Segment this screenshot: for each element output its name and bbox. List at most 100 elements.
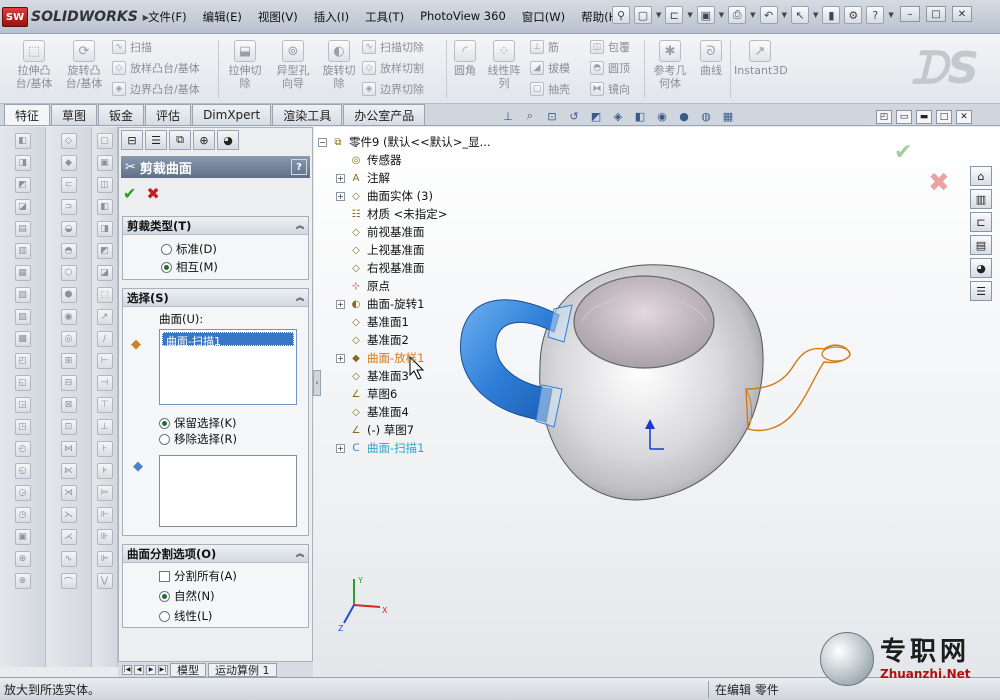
panel-collapse-handle[interactable]: ‹ xyxy=(313,370,321,396)
menu-window[interactable]: 窗口(W) xyxy=(514,8,573,26)
next-tab-icon[interactable]: ▶ xyxy=(146,664,156,675)
collapse-chevron-icon[interactable]: ︽ xyxy=(296,292,304,303)
rib-button[interactable]: ⊥ 筋 xyxy=(530,38,559,56)
feature-icon[interactable]: ◇ xyxy=(60,133,77,149)
feature-icon[interactable]: ◴ xyxy=(14,441,31,457)
remove-selection-option[interactable]: 移除选择(R) xyxy=(159,431,237,447)
feature-icon[interactable]: ◧ xyxy=(14,133,31,149)
view-settings-icon[interactable]: ▦ xyxy=(720,108,736,124)
feature-icon[interactable]: ⊃ xyxy=(60,199,77,215)
confirm-corner-ok-icon[interactable]: ✔ xyxy=(894,140,912,165)
feature-icon[interactable]: ▩ xyxy=(14,331,31,347)
zoom-to-fit-icon[interactable]: ⌕ xyxy=(522,108,538,124)
feature-icon[interactable]: ⊡ xyxy=(60,419,77,435)
menu-tools[interactable]: 工具(T) xyxy=(357,8,412,26)
maximize-icon[interactable]: □ xyxy=(936,110,952,124)
feature-icon[interactable]: ⋌ xyxy=(60,529,77,545)
feature-icon[interactable]: ⌒ xyxy=(60,573,77,589)
view-icon[interactable]: ⊨ xyxy=(96,485,113,501)
tab-model[interactable]: 模型 xyxy=(170,662,206,677)
tree-item[interactable]: ◇ 基准面1 xyxy=(336,314,409,330)
feature-icon[interactable]: ◵ xyxy=(14,463,31,479)
feature-icon[interactable]: ◉ xyxy=(60,309,77,325)
tree-expand-icon[interactable]: − xyxy=(318,137,327,147)
feature-icon[interactable]: ⬡ xyxy=(60,265,77,281)
split-all-checkbox[interactable]: 分割所有(A) xyxy=(159,568,237,584)
view-icon[interactable]: ⊣ xyxy=(96,375,113,391)
tree-expand-icon[interactable]: + xyxy=(336,353,345,363)
feature-icon[interactable]: ▤ xyxy=(14,221,31,237)
view-icon[interactable]: ◪ xyxy=(96,265,113,281)
property-manager-tab-icon[interactable]: ☰ xyxy=(145,130,167,150)
chevron-down-icon[interactable]: ▼ xyxy=(750,11,755,19)
feature-icon[interactable]: ◰ xyxy=(14,353,31,369)
rebuild-icon[interactable]: ▮ xyxy=(822,6,841,24)
collapse-chevron-icon[interactable]: ︽ xyxy=(296,548,304,559)
feature-icon[interactable]: ⋈ xyxy=(60,441,77,457)
feature-icon[interactable]: ◶ xyxy=(14,485,31,501)
cancel-x-icon[interactable]: ✖ xyxy=(146,184,159,203)
revolve-boss-button[interactable]: ⟳ 旋转凸 台/基体 xyxy=(60,40,108,90)
tab-sketch[interactable]: 草图 xyxy=(51,104,98,125)
tree-item[interactable]: ◇ 基准面2 xyxy=(336,332,409,348)
tree-item[interactable]: ∠ 草图6 xyxy=(336,386,398,402)
tree-item[interactable]: ◇ 基准面4 xyxy=(336,404,409,420)
reference-geometry-button[interactable]: ✱ 参考几 何体 xyxy=(648,40,692,90)
view-icon[interactable]: ⊫ xyxy=(96,551,113,567)
feature-icon[interactable]: ▣ xyxy=(14,529,31,545)
close-icon[interactable]: ✕ xyxy=(956,110,972,124)
feature-icon[interactable]: ⋋ xyxy=(60,507,77,523)
display-style-icon[interactable]: ◧ xyxy=(632,108,648,124)
split-options-header[interactable]: 曲面分割选项(O) ︽ xyxy=(123,545,308,563)
feature-icon[interactable]: ▦ xyxy=(14,265,31,281)
tree-item[interactable]: + ◇ 曲面实体 (3) xyxy=(336,188,433,204)
tab-sheet-metal[interactable]: 钣金 xyxy=(98,104,145,125)
feature-icon[interactable]: ◷ xyxy=(14,507,31,523)
minimize-icon[interactable]: ▬ xyxy=(916,110,932,124)
tree-item[interactable]: + A 注解 xyxy=(336,170,390,186)
new-document-icon[interactable]: ▢ xyxy=(634,6,652,24)
linear-option[interactable]: 线性(L) xyxy=(159,608,212,624)
appearances-icon[interactable]: ◕ xyxy=(970,258,992,278)
radio-button[interactable] xyxy=(159,433,170,445)
configuration-manager-tab-icon[interactable]: ⧉ xyxy=(169,130,191,150)
tab-render-tools[interactable]: 渲染工具 xyxy=(272,104,343,125)
maximize-icon[interactable]: □ xyxy=(926,6,946,22)
selected-surface-item[interactable]: 曲面-扫描1 xyxy=(162,332,294,348)
feature-icon[interactable]: ⊕ xyxy=(14,551,31,567)
linear-pattern-button[interactable]: ⁘ 线性阵 列 xyxy=(484,40,524,90)
menu-photoview[interactable]: PhotoView 360 xyxy=(412,8,514,26)
minimize-icon[interactable]: – xyxy=(900,6,920,22)
design-library-icon[interactable]: ▥ xyxy=(970,189,992,209)
tree-item[interactable]: ◇ 基准面3 xyxy=(336,368,409,384)
view-icon[interactable]: ⊦ xyxy=(96,441,113,457)
wrap-button[interactable]: ◫ 包覆 xyxy=(590,38,630,56)
teapot-body[interactable] xyxy=(539,264,764,501)
feature-icon[interactable]: ◳ xyxy=(14,419,31,435)
chevron-down-icon[interactable]: ▼ xyxy=(687,11,692,19)
display-manager-tab-icon[interactable]: ◕ xyxy=(217,130,239,150)
feature-icon[interactable]: ◱ xyxy=(14,375,31,391)
feature-icon[interactable]: ⊗ xyxy=(14,573,31,589)
open-folder-icon[interactable]: ⊏ xyxy=(665,6,684,24)
tree-root-part[interactable]: − ⧉ 零件9 (默认<<默认>_显... xyxy=(318,134,491,150)
view-icon[interactable]: ⊧ xyxy=(96,463,113,479)
section-view-icon[interactable]: ◩ xyxy=(588,108,604,124)
extrude-boss-button[interactable]: ⬚ 拉伸凸 台/基体 xyxy=(10,40,58,90)
dome-button[interactable]: ◓ 圆顶 xyxy=(590,59,630,77)
tree-item[interactable]: ◇ 上视基准面 xyxy=(336,242,424,258)
print-icon[interactable]: ⎙ xyxy=(728,6,747,24)
menu-edit[interactable]: 编辑(E) xyxy=(195,8,250,26)
mirror-button[interactable]: ⧓ 镜向 xyxy=(590,80,630,98)
view-icon[interactable]: ⊤ xyxy=(96,397,113,413)
keep-selection-option[interactable]: 保留选择(K) xyxy=(159,415,237,431)
tree-expand-icon[interactable]: + xyxy=(336,443,345,453)
dimxpert-manager-tab-icon[interactable]: ⊕ xyxy=(193,130,215,150)
help-icon[interactable]: ? xyxy=(866,6,885,24)
tab-features[interactable]: 特征 xyxy=(4,104,51,125)
view-icon[interactable]: ⊥ xyxy=(96,419,113,435)
tree-expand-icon[interactable]: + xyxy=(336,191,345,201)
radio-button[interactable] xyxy=(159,610,170,622)
radio-button-selected[interactable] xyxy=(161,261,172,273)
apply-scene-icon[interactable]: ◍ xyxy=(698,108,714,124)
